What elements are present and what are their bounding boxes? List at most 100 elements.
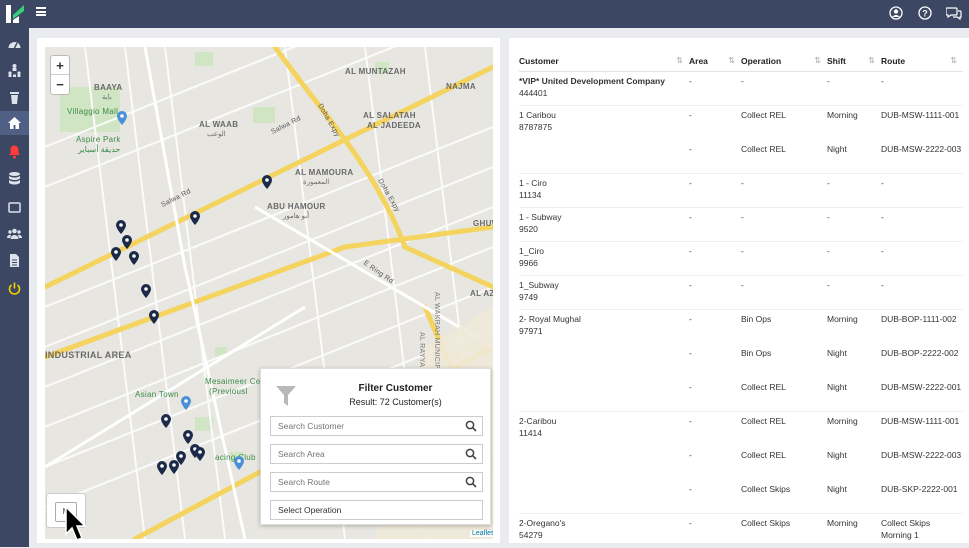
area-cell: - <box>689 275 741 310</box>
map-marker-icon[interactable] <box>149 310 159 324</box>
table-row[interactable]: 1_Subway 9749- - - - <box>519 275 963 310</box>
sort-icon[interactable]: ⇅ <box>814 56 821 65</box>
table-row[interactable]: - Collect REL Night DUB-MSW-2222-003 <box>519 140 963 174</box>
power-icon[interactable] <box>7 281 22 296</box>
leaflet-attribution[interactable]: Leaflet <box>470 530 496 537</box>
map-label-abu-hamour-ar: أبو هامور <box>283 213 310 220</box>
customer-cell: 1_Ciro 9966 <box>519 241 689 276</box>
app-logo-icon[interactable] <box>5 4 25 24</box>
map-marker-icon[interactable] <box>161 414 171 428</box>
header-customer[interactable]: Customer ⇅ <box>519 48 689 72</box>
route-cell: DUB-MSW-1111-001 <box>881 411 963 446</box>
group-icon[interactable] <box>7 226 22 241</box>
sort-icon[interactable]: ⇅ <box>728 56 735 65</box>
customer-name: *VIP* United Development Company <box>519 76 665 86</box>
operation-cell: Collect Skips <box>741 483 791 494</box>
area-cell: - <box>689 483 692 494</box>
operation-cell: - <box>741 71 827 106</box>
map-marker-icon[interactable] <box>122 235 132 249</box>
table-row[interactable]: - Collect Skips Night DUB-SKP-2222-001 <box>519 480 963 514</box>
tablet-icon[interactable] <box>7 200 22 215</box>
table-row[interactable]: 2- Royal Mughal 97971 - Bin Ops Morning DUB-B… <box>519 309 963 344</box>
sidebar-item-home[interactable] <box>0 111 29 135</box>
bell-icon[interactable] <box>7 144 22 159</box>
operation-cell: - <box>741 241 827 276</box>
map-marker-icon[interactable] <box>183 430 193 444</box>
table-row[interactable]: *VIP* United Development Company 444401- -… <box>519 71 963 106</box>
zoom-in-button[interactable]: + <box>51 56 69 75</box>
select-operation-dropdown[interactable]: Select Operation <box>270 500 483 520</box>
header-area[interactable]: Area ⇅ <box>689 48 741 72</box>
operation-cell: Collect REL <box>741 143 786 154</box>
map-marker-icon[interactable] <box>169 460 179 474</box>
table-row[interactable]: 2-Oregano's 54279 - Collect Skips Morning Col… <box>519 513 963 548</box>
map-label-najma: NAJMA <box>446 82 476 91</box>
users-tree-icon[interactable] <box>7 63 22 78</box>
poi-marker-icon[interactable] <box>181 396 191 410</box>
operation-cell: Bin Ops <box>741 309 827 344</box>
map-label-ghuw: GHUW <box>473 219 493 228</box>
table-row[interactable]: - Bin Ops Night DUB-BOP-2222-002 <box>519 344 963 378</box>
customer-code: 8787875 <box>519 122 553 132</box>
map-marker-icon[interactable] <box>111 247 121 261</box>
customer-code: 9520 <box>519 224 538 234</box>
search-customer-field[interactable] <box>270 416 483 436</box>
customer-name: 2- Royal Mughal <box>519 314 581 324</box>
map-marker-icon[interactable] <box>262 175 272 189</box>
map-marker-icon[interactable] <box>116 220 126 234</box>
header-shift[interactable]: Shift ⇅ <box>827 48 881 72</box>
shift-cell: Morning <box>827 105 881 140</box>
operation-cell: - <box>741 207 827 242</box>
customer-cell <box>519 378 689 412</box>
table-row[interactable]: 1 - Subway 9520- - - - <box>519 207 963 242</box>
area-cell: - <box>689 347 692 358</box>
trash-icon[interactable] <box>7 90 22 105</box>
table-row[interactable]: 1_Ciro 9966- - - - <box>519 241 963 276</box>
search-icon[interactable] <box>465 448 477 460</box>
map-marker-icon[interactable] <box>195 447 205 461</box>
sort-icon[interactable]: ⇅ <box>868 56 875 65</box>
header-operation[interactable]: Operation ⇅ <box>741 48 827 72</box>
customer-name: 2-Oregano's <box>519 518 566 528</box>
map-marker-icon[interactable] <box>157 461 167 475</box>
hamburger-icon[interactable] <box>36 7 46 16</box>
zoom-out-button[interactable]: − <box>51 75 69 94</box>
chat-icon[interactable] <box>946 6 962 20</box>
area-cell: - <box>689 449 692 460</box>
table-row[interactable]: - Collect REL Night DUB-MSW-2222-001 <box>519 378 963 412</box>
search-area-field[interactable] <box>270 444 483 464</box>
document-icon[interactable] <box>7 253 22 268</box>
table-row[interactable]: 2-Caribou 11414 - Collect REL Morning DUB-MSW… <box>519 411 963 446</box>
database-icon[interactable] <box>7 171 22 186</box>
map-label-al-mamoura-ar: المعمورة <box>303 179 330 186</box>
header-route[interactable]: Route ⇅ <box>881 48 963 72</box>
operation-cell: Collect REL <box>741 449 786 460</box>
poi-marker-icon[interactable] <box>234 456 244 470</box>
map-marker-icon[interactable] <box>129 251 139 265</box>
map-marker-icon[interactable] <box>190 211 200 225</box>
area-cell: - <box>689 71 741 106</box>
sort-icon[interactable]: ⇅ <box>676 56 683 65</box>
shift-cell: - <box>827 207 881 242</box>
route-cell: - <box>881 173 963 208</box>
search-icon[interactable] <box>465 420 477 432</box>
map-marker-icon[interactable] <box>141 284 151 298</box>
header-area-label: Area <box>689 56 708 66</box>
search-icon[interactable] <box>465 476 477 488</box>
sidebar <box>0 28 29 547</box>
table-row[interactable]: 1 Caribou 8787875 - Collect REL Morning DUB-M… <box>519 105 963 140</box>
user-circle-icon[interactable] <box>889 6 903 20</box>
search-route-field[interactable] <box>270 472 483 492</box>
search-area-input[interactable] <box>271 445 456 463</box>
search-customer-input[interactable] <box>271 417 456 435</box>
route-cell: DUB-MSW-1111-001 <box>881 105 963 140</box>
map-label-aspire-ar: حديقة أسباير <box>78 145 121 154</box>
table-row[interactable]: 1 - Ciro 11134- - - - <box>519 173 963 208</box>
customer-table: Customer ⇅ Area ⇅ Operation ⇅ Shift ⇅ Route ⇅… <box>519 48 963 548</box>
poi-marker-icon[interactable] <box>117 111 127 125</box>
search-route-input[interactable] <box>271 473 456 491</box>
table-row[interactable]: - Collect REL Night DUB-MSW-2222-003 <box>519 446 963 480</box>
sort-icon[interactable]: ⇅ <box>950 56 957 65</box>
help-icon[interactable]: ? <box>918 6 932 20</box>
dashboard-icon[interactable] <box>7 37 22 52</box>
